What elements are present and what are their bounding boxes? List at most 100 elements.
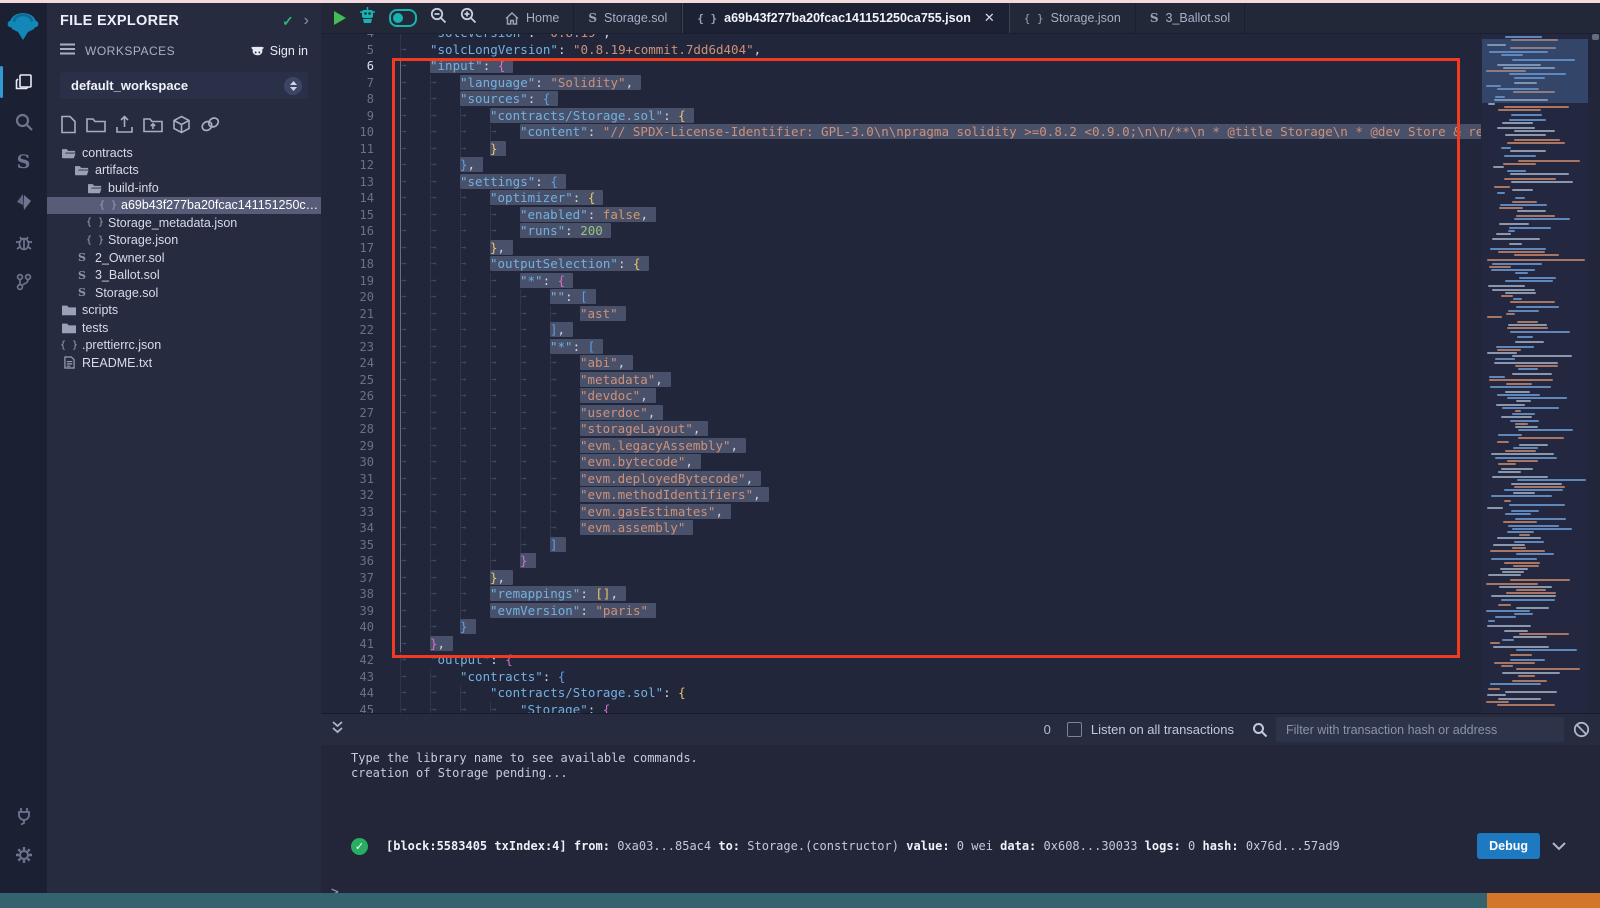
code-line[interactable]: 4→"solcVersion": "0.8.19", [321,34,1481,42]
panel-expand-icon[interactable]: › [304,12,309,30]
debug-button[interactable]: Debug [1477,833,1540,859]
code-line[interactable]: 42→"output": { [321,652,1481,669]
file-tree-item[interactable]: tests [47,319,321,337]
code-line[interactable]: 18→→→"outputSelection": { [321,256,1481,273]
tab-home[interactable]: Home [491,3,574,33]
code-line[interactable]: 28→→→→→→"storageLayout", [321,421,1481,438]
upload-file-icon[interactable] [115,115,134,134]
code-line[interactable]: 31→→→→→→"evm.deployedBytecode", [321,471,1481,488]
sidebar-item-plugin-manager[interactable] [0,795,47,835]
code-line[interactable]: 36→→→→} [321,553,1481,570]
code-line[interactable]: 19→→→→"*": { [321,273,1481,290]
file-tree-item[interactable]: { }a69b43f277ba20fcac141151250ca7... [47,197,321,215]
new-file-icon[interactable] [60,115,77,134]
copilot-toggle[interactable] [389,9,417,27]
tab-storage-json[interactable]: { }Storage.json [1010,3,1136,33]
link-icon[interactable] [200,115,221,134]
workspace-dropdown-icon[interactable] [284,77,302,95]
code-line[interactable]: 8→→"sources": { [321,91,1481,108]
code-line[interactable]: 9→→→"contracts/Storage.sol": { [321,108,1481,125]
code-line[interactable]: 20→→→→→"": [ [321,289,1481,306]
code-line[interactable]: 6→"input": { [321,58,1481,75]
code-line[interactable]: 14→→→"optimizer": { [321,190,1481,207]
code-line[interactable]: 16→→→→"runs": 200 [321,223,1481,240]
file-tree-item[interactable]: artifacts [47,162,321,180]
sidebar-item-debugger[interactable] [0,222,47,262]
file-tree-item[interactable]: scripts [47,302,321,320]
file-tree-item[interactable]: { }Storage_metadata.json [47,214,321,232]
upload-folder-icon[interactable] [143,115,163,134]
remixai-robot-icon[interactable] [359,7,376,29]
line-number: 26 [321,388,374,405]
sign-in-button[interactable]: Sign in [250,44,308,58]
terminal-collapse-icon[interactable] [331,720,344,739]
file-tree-item[interactable]: { }Storage.json [47,232,321,250]
tx-expand-icon[interactable] [1552,842,1566,851]
code-line[interactable]: 11→→→} [321,141,1481,158]
file-tree-item[interactable]: build-info [47,179,321,197]
code-line[interactable]: 5→"solcLongVersion": "0.8.19+commit.7dd6… [321,42,1481,59]
code-line[interactable]: 38→→→"remappings": [], [321,586,1481,603]
code-line[interactable]: 44→→→"contracts/Storage.sol": { [321,685,1481,702]
code-line[interactable]: 10→→→→"content": "// SPDX-License-Identi… [321,124,1481,141]
code-line[interactable]: 43→→"contracts": { [321,669,1481,686]
code-line[interactable]: 40→→} [321,619,1481,636]
code-line[interactable]: 24→→→→→→"abi", [321,355,1481,372]
file-tree-item[interactable]: contracts [47,144,321,162]
listen-all-checkbox[interactable] [1067,722,1082,737]
editor-scrollbar[interactable] [1592,34,1599,40]
code-line[interactable]: 26→→→→→→"devdoc", [321,388,1481,405]
zoom-out-icon[interactable] [430,7,447,29]
code-line[interactable]: 7→→"language": "Solidity", [321,75,1481,92]
tab-3-ballot-sol[interactable]: S3_Ballot.sol [1136,3,1245,33]
new-folder-icon[interactable] [86,115,106,134]
clear-console-icon[interactable] [1573,721,1590,738]
transaction-filter-input[interactable] [1276,717,1564,742]
code-line[interactable]: 33→→→→→→"evm.gasEstimates", [321,504,1481,521]
minimap[interactable] [1482,34,1588,713]
file-tree-item[interactable]: S2_Owner.sol [47,249,321,267]
code-line[interactable]: 12→→}, [321,157,1481,174]
code-line[interactable]: 23→→→→→"*": [ [321,339,1481,356]
code-line[interactable]: 15→→→→"enabled": false, [321,207,1481,224]
run-script-button[interactable] [334,11,346,25]
sidebar-item-git[interactable] [0,262,47,302]
code-line[interactable]: 34→→→→→→"evm.assembly" [321,520,1481,537]
code-line[interactable]: 29→→→→→→"evm.legacyAssembly", [321,438,1481,455]
file-tree-item[interactable]: SStorage.sol [47,284,321,302]
code-line[interactable]: 35→→→→→] [321,537,1481,554]
sidebar-item-solidity-compiler[interactable]: S [0,142,47,182]
transaction-log-row[interactable]: ✓ [block:5583405 txIndex:4] from: 0xa03.… [351,833,1566,859]
workspaces-menu-icon[interactable] [60,42,75,60]
code-line[interactable]: 45→→→→"Storage": { [321,702,1481,714]
code-line[interactable]: 41→}, [321,636,1481,653]
code-line[interactable]: 13→→"settings": { [321,174,1481,191]
code-line[interactable]: 17→→→}, [321,240,1481,257]
code-line[interactable]: 21→→→→→→"ast" [321,306,1481,323]
file-tree-item[interactable]: README.txt [47,354,321,372]
terminal-search-icon[interactable] [1252,722,1268,738]
code-line[interactable]: 32→→→→→→"evm.methodIdentifiers", [321,487,1481,504]
code-line[interactable]: 22→→→→→], [321,322,1481,339]
workspace-select[interactable]: default_workspace [60,72,308,99]
tab-a69b43f277ba20fcac141151250ca755-json[interactable]: { }a69b43f277ba20fcac141151250ca755.json… [682,3,1010,33]
sidebar-item-settings[interactable] [0,835,47,875]
code-line[interactable]: 25→→→→→→"metadata", [321,372,1481,389]
remix-logo-icon[interactable] [6,10,40,44]
tab-storage-sol[interactable]: SStorage.sol [574,3,682,33]
code-line[interactable]: 30→→→→→→"evm.bytecode", [321,454,1481,471]
code-line[interactable]: 27→→→→→→"userdoc", [321,405,1481,422]
code-line[interactable]: 37→→→}, [321,570,1481,587]
file-tree-item[interactable]: S3_Ballot.sol [47,267,321,285]
code-line[interactable]: 39→→→"evmVersion": "paris" [321,603,1481,620]
sidebar-item-search[interactable] [0,102,47,142]
sidebar-item-deploy-run[interactable] [0,182,47,222]
status-alert-segment[interactable] [1487,893,1600,908]
zoom-in-icon[interactable] [460,7,477,29]
code-editor[interactable]: 4→"solcVersion": "0.8.19",5→"solcLongVer… [321,34,1600,713]
close-tab-icon[interactable]: ✕ [984,10,995,26]
sidebar-item-file-explorer[interactable] [0,62,47,102]
template-cube-icon[interactable] [172,115,191,134]
minimap-viewport[interactable] [1482,39,1588,103]
file-tree-item[interactable]: { }.prettierrc.json [47,337,321,355]
